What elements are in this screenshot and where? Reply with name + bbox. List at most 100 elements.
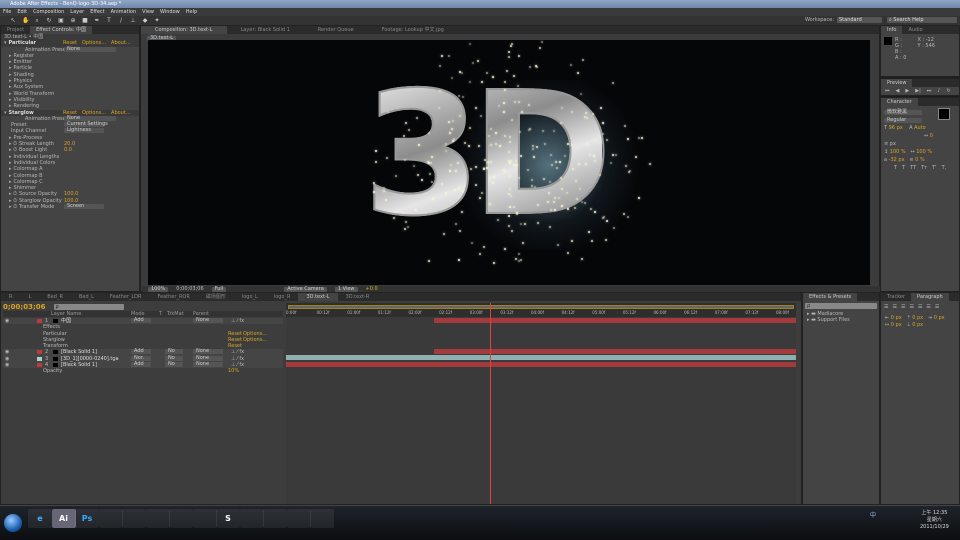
comp-tab[interactable]: Footage: Lookup 中文.jpg <box>368 26 458 34</box>
label-color[interactable] <box>37 363 42 368</box>
text-style-button[interactable]: T' <box>932 164 936 172</box>
mask-tool-icon[interactable]: ■ <box>82 17 88 24</box>
tab-preview[interactable]: Preview <box>881 79 913 87</box>
text-style-button[interactable]: TT <box>910 164 916 172</box>
taskbar-app[interactable] <box>239 509 264 528</box>
parent-dropdown[interactable]: None <box>193 349 223 355</box>
effect-options-link[interactable]: Options... <box>82 110 106 116</box>
blend-mode-dropdown[interactable]: Nor. <box>131 355 151 361</box>
timeline-tab[interactable]: L <box>20 293 39 301</box>
layer-duration-bar[interactable] <box>286 361 796 367</box>
taskbar-app[interactable] <box>169 509 193 528</box>
property-value[interactable]: Current Settings <box>64 122 108 128</box>
property-value[interactable]: Screen <box>64 204 104 210</box>
tab-paragraph[interactable]: Paragraph <box>911 293 949 301</box>
search-help-input[interactable]: ⌕ Search Help <box>887 17 957 23</box>
kerning-value[interactable]: 0 <box>930 133 933 139</box>
clock-time[interactable]: 上午 12:35 <box>920 510 949 517</box>
align-center-icon[interactable]: ☰ <box>892 304 896 310</box>
timeline-tab[interactable]: logo_L <box>234 293 266 301</box>
first-line-indent[interactable]: 0 px <box>891 322 902 328</box>
baseline-shift[interactable]: -32 px <box>889 157 905 163</box>
taskbar-app[interactable] <box>263 509 287 528</box>
parent-dropdown[interactable]: None <box>193 355 223 361</box>
space-after[interactable]: 0 px <box>912 322 923 328</box>
composition-viewer[interactable]: 3D <box>148 40 870 285</box>
workspace-dropdown[interactable]: Standard <box>837 17 882 23</box>
rotate-tool-icon[interactable]: ↻ <box>46 17 52 24</box>
label-color[interactable] <box>37 350 42 355</box>
menu-help[interactable]: Help <box>186 8 197 16</box>
text-style-button[interactable]: T <box>902 164 905 172</box>
tracking-value[interactable]: Auto <box>914 125 926 131</box>
comp-tab[interactable]: Composition: 3D.text-L <box>141 26 227 34</box>
zoom-tool-icon[interactable]: ⌕ <box>34 17 40 24</box>
timeline-tab[interactable]: logo_R <box>266 293 299 301</box>
track-area[interactable] <box>286 303 796 504</box>
trkmat-dropdown[interactable]: No <box>165 355 183 361</box>
brush-tool-icon[interactable]: / <box>118 17 124 24</box>
indent-left[interactable]: 0 px <box>891 315 902 321</box>
property-value[interactable]: 10% <box>228 368 239 374</box>
effect-property[interactable]: ▸ ⏱ Transfer Mode Screen <box>1 204 139 210</box>
pen-tool-icon[interactable]: ✒ <box>94 17 100 24</box>
pan-behind-tool-icon[interactable]: ⊕ <box>70 17 76 24</box>
taskbar-app[interactable]: e <box>28 509 52 528</box>
trkmat-dropdown[interactable]: No <box>165 349 183 355</box>
menu-effect[interactable]: Effect <box>90 8 104 16</box>
label-color[interactable] <box>37 319 42 323</box>
blend-mode-dropdown[interactable]: Add <box>131 318 151 323</box>
taskbar-app[interactable] <box>122 509 146 528</box>
text-style-button[interactable]: Tт <box>921 164 927 172</box>
audio-icon[interactable]: ♪ <box>937 88 940 94</box>
tsume-value[interactable]: 0 % <box>915 157 925 163</box>
align-left-icon[interactable]: ☰ <box>884 304 888 310</box>
timeline-tab[interactable]: Bed_L <box>71 293 102 301</box>
loop-icon[interactable]: ↻ <box>946 88 950 94</box>
presets-dropdown[interactable]: None <box>64 115 116 121</box>
timeline-tab[interactable]: Bed_R <box>39 293 71 301</box>
horizontal-scale[interactable]: 100 % <box>916 149 932 155</box>
vertical-scale[interactable]: 100 % <box>890 149 906 155</box>
taskbar-app[interactable] <box>145 509 170 528</box>
timeline-tab[interactable]: Feather_ROR <box>149 293 197 301</box>
indent-right[interactable]: 0 px <box>934 315 945 321</box>
playhead[interactable] <box>490 303 491 504</box>
menu-animation[interactable]: Animation <box>111 8 137 16</box>
timeline-tab[interactable]: 3D.text-R <box>338 293 378 301</box>
view-layout-dropdown[interactable]: 1 View <box>334 286 358 292</box>
align-right-icon[interactable]: ☰ <box>901 304 905 310</box>
timeline-tab[interactable]: 磁场图形 <box>198 293 234 301</box>
taskbar-app[interactable]: Ps <box>75 509 99 528</box>
text-style-button[interactable]: T <box>894 164 897 172</box>
menu-window[interactable]: Window <box>160 8 180 16</box>
taskbar-app[interactable] <box>98 509 123 528</box>
selection-tool-icon[interactable]: ↖ <box>10 17 16 24</box>
parent-dropdown[interactable]: None <box>193 362 223 368</box>
taskbar-app[interactable] <box>310 509 334 528</box>
tab-info[interactable]: Info <box>881 26 903 34</box>
puppet-tool-icon[interactable]: ✦ <box>154 17 160 24</box>
effects-search-input[interactable]: ρ <box>805 303 877 309</box>
current-timecode[interactable]: 0;00;03;06 <box>3 303 46 311</box>
menu-layer[interactable]: Layer <box>70 8 84 16</box>
layer-search-input[interactable]: ρ <box>53 304 124 310</box>
zoom-dropdown[interactable]: 100% <box>148 286 169 292</box>
ime-indicator[interactable]: 中 <box>870 510 876 519</box>
tab-effects-presets[interactable]: Effects & Presets <box>803 293 858 301</box>
parent-dropdown[interactable]: None <box>193 318 223 323</box>
font-family-dropdown[interactable]: 微软雅黑 <box>884 110 922 115</box>
menu-composition[interactable]: Composition <box>33 8 64 16</box>
justify-icon[interactable]: ☰ <box>909 304 913 310</box>
font-size[interactable]: 96 px <box>889 125 903 131</box>
next-frame-icon[interactable]: ▶| <box>915 88 921 94</box>
stroke-unit[interactable]: px <box>890 141 896 147</box>
camera-dropdown[interactable]: Active Camera <box>284 286 327 292</box>
property-value[interactable]: Lightness <box>64 128 104 134</box>
label-color[interactable] <box>37 356 42 361</box>
tab-effect-controls[interactable]: Effect Controls: 中国 <box>30 26 93 34</box>
prev-frame-icon[interactable]: ◀ <box>896 88 900 94</box>
last-frame-icon[interactable]: ⏭ <box>927 88 932 94</box>
first-frame-icon[interactable]: ⏮ <box>885 88 890 94</box>
justify-center-icon[interactable]: ☰ <box>918 304 922 310</box>
